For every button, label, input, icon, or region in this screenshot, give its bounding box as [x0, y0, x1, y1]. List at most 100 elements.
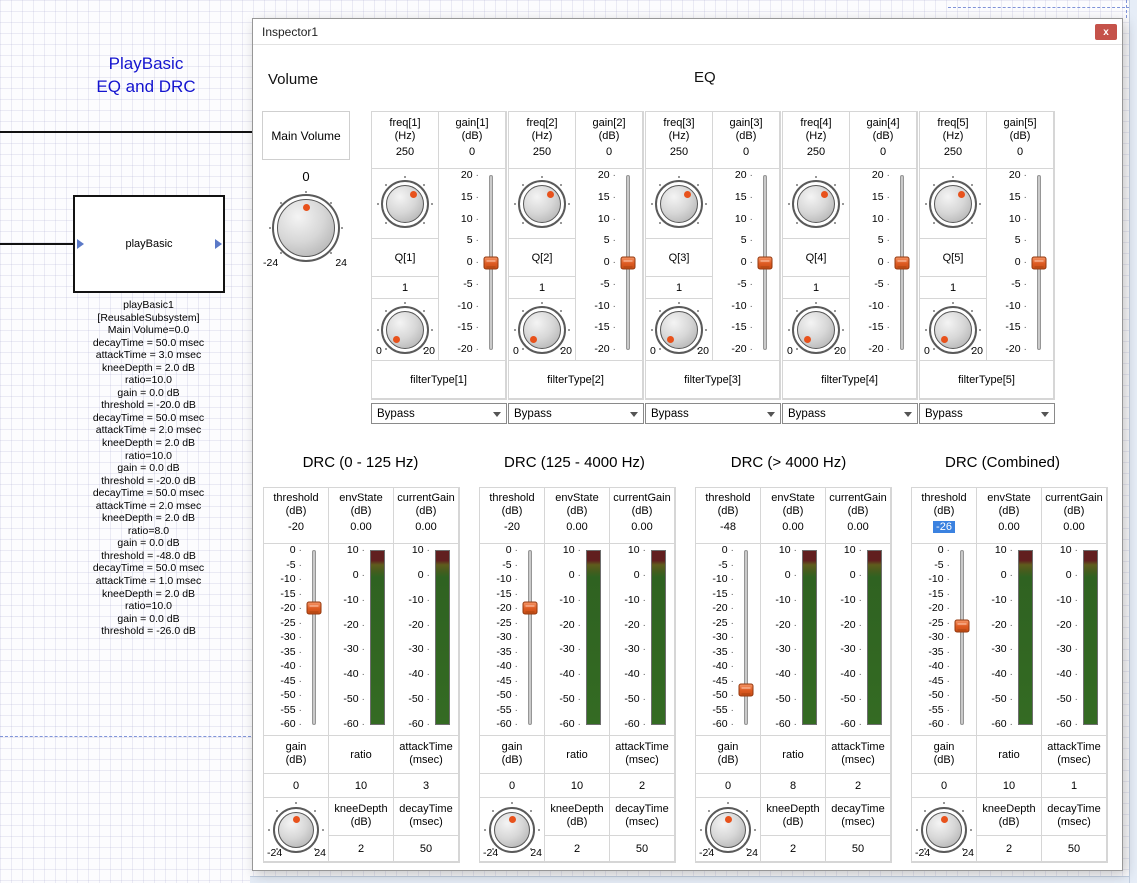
kneedepth-cell: kneeDepth (dB) 2	[977, 798, 1042, 862]
q-value[interactable]: 1	[509, 277, 576, 299]
annotation-line: decayTime = 50.0 msec	[58, 337, 239, 350]
decay-value[interactable]: 50	[610, 836, 674, 861]
freq-knob[interactable]	[655, 180, 703, 228]
knee-value[interactable]: 2	[761, 836, 825, 861]
threshold-value[interactable]: -48	[720, 521, 736, 533]
gain-slider-handle[interactable]	[621, 256, 636, 269]
canvas-horizontal-scrollbar[interactable]	[250, 876, 1129, 883]
slider-tick-label: -20	[1005, 344, 1027, 355]
slider-track[interactable]	[960, 550, 964, 725]
meter-tick-label: 0	[1066, 570, 1078, 581]
gain-value[interactable]: 0	[576, 146, 642, 158]
ratio-value[interactable]: 10	[545, 774, 610, 798]
eq-channel: freq[1] (Hz) 250 gain[1] (dB) 0	[371, 111, 507, 424]
q-knob[interactable]	[792, 306, 840, 354]
ratio-value[interactable]: 8	[761, 774, 826, 798]
q-knob[interactable]	[518, 306, 566, 354]
threshold-slider-handle[interactable]	[307, 602, 322, 615]
main-volume-knob[interactable]	[272, 194, 340, 262]
attack-value[interactable]: 2	[826, 774, 891, 798]
gain-knob[interactable]	[489, 807, 535, 853]
gain-value[interactable]: 0	[912, 774, 977, 798]
gain-slider-handle[interactable]	[895, 256, 910, 269]
decay-value[interactable]: 50	[826, 836, 890, 861]
freq-knob[interactable]	[381, 180, 429, 228]
slider-scale: 20151050-5-10-15-20	[713, 170, 753, 355]
q-knob[interactable]	[381, 306, 429, 354]
gain-slider-handle[interactable]	[1032, 256, 1047, 269]
attack-value[interactable]: 3	[394, 774, 459, 798]
meter-tick-label: -50	[624, 694, 646, 705]
ratio-value[interactable]: 10	[977, 774, 1042, 798]
freq-value[interactable]: 250	[920, 146, 986, 158]
gain-knob[interactable]	[273, 807, 319, 853]
main-volume-value[interactable]: 0	[262, 169, 350, 184]
threshold-value[interactable]: -20	[288, 521, 304, 533]
knee-value[interactable]: 2	[545, 836, 609, 861]
gain-value[interactable]: 0	[713, 146, 779, 158]
threshold-slider-handle[interactable]	[739, 684, 754, 697]
decay-value[interactable]: 50	[1042, 836, 1106, 861]
ratio-value[interactable]: 10	[329, 774, 394, 798]
gain-value[interactable]: 0	[696, 774, 761, 798]
filter-type-dropdown[interactable]: Bypass	[508, 403, 644, 424]
threshold-value[interactable]: -20	[504, 521, 520, 533]
knee-value[interactable]: 2	[977, 836, 1041, 861]
q-value[interactable]: 1	[646, 277, 713, 299]
slider-track[interactable]	[528, 550, 532, 725]
gain-value[interactable]: 0	[264, 774, 329, 798]
freq-knob[interactable]	[792, 180, 840, 228]
slider-tick-label: -30	[496, 632, 518, 643]
filter-type-dropdown[interactable]: Bypass	[371, 403, 507, 424]
threshold-slider-handle[interactable]	[523, 602, 538, 615]
decay-value[interactable]: 50	[394, 836, 458, 861]
freq-knob[interactable]	[929, 180, 977, 228]
attack-value[interactable]: 1	[1042, 774, 1107, 798]
threshold-value[interactable]: -26	[933, 521, 955, 533]
q-knob[interactable]	[655, 306, 703, 354]
meter-tick-label: -40	[991, 669, 1013, 680]
gain-cell: gain[3] (dB) 0	[713, 112, 780, 169]
q-value[interactable]: 1	[783, 277, 850, 299]
freq-knob[interactable]	[518, 180, 566, 228]
gain-value[interactable]: 0	[439, 146, 505, 158]
knee-value[interactable]: 2	[329, 836, 393, 861]
attack-value[interactable]: 2	[610, 774, 675, 798]
gain-slider-handle[interactable]	[484, 256, 499, 269]
freq-value[interactable]: 250	[646, 146, 712, 158]
meter-tick-label: -20	[991, 620, 1013, 631]
meter-tick-label: 10	[844, 545, 862, 556]
playbasic-block[interactable]: playBasic	[73, 195, 225, 293]
slider-track[interactable]	[312, 550, 316, 725]
filter-type-value: Bypass	[514, 408, 552, 420]
freq-value[interactable]: 250	[783, 146, 849, 158]
gain-value[interactable]: 0	[850, 146, 916, 158]
gain-value[interactable]: 0	[480, 774, 545, 798]
q-knob[interactable]	[929, 306, 977, 354]
annotation-line: playBasic1	[58, 299, 239, 312]
meter-tick-label: -10	[1056, 595, 1078, 606]
slider-track[interactable]	[744, 550, 748, 725]
threshold-cell: threshold (dB) -20	[264, 488, 329, 544]
filter-type-dropdown[interactable]: Bypass	[645, 403, 781, 424]
gain-slider-handle[interactable]	[758, 256, 773, 269]
annotation-line: decayTime = 50.0 msec	[58, 487, 239, 500]
filter-type-dropdown[interactable]: Bypass	[782, 403, 918, 424]
filter-type-value: Bypass	[788, 408, 826, 420]
knob-face	[660, 185, 698, 223]
q-value[interactable]: 1	[372, 277, 439, 299]
gain-knob[interactable]	[921, 807, 967, 853]
slider-scale: 0-5-10-15-20-25-30-35-40-45-50-55-60	[696, 545, 734, 730]
threshold-slider-handle[interactable]	[955, 619, 970, 632]
close-button[interactable]: x	[1095, 24, 1117, 40]
filter-type-dropdown[interactable]: Bypass	[919, 403, 1055, 424]
q-value[interactable]: 1	[920, 277, 987, 299]
freq-value[interactable]: 250	[372, 146, 438, 158]
freq-value[interactable]: 250	[509, 146, 575, 158]
gain-knob[interactable]	[705, 807, 751, 853]
chevron-down-icon	[630, 412, 638, 417]
titlebar[interactable]: Inspector1 x	[253, 19, 1122, 45]
gain-value[interactable]: 0	[987, 146, 1053, 158]
slider-tick-label: -15	[712, 589, 734, 600]
canvas-vertical-scrollbar[interactable]	[1129, 0, 1137, 883]
